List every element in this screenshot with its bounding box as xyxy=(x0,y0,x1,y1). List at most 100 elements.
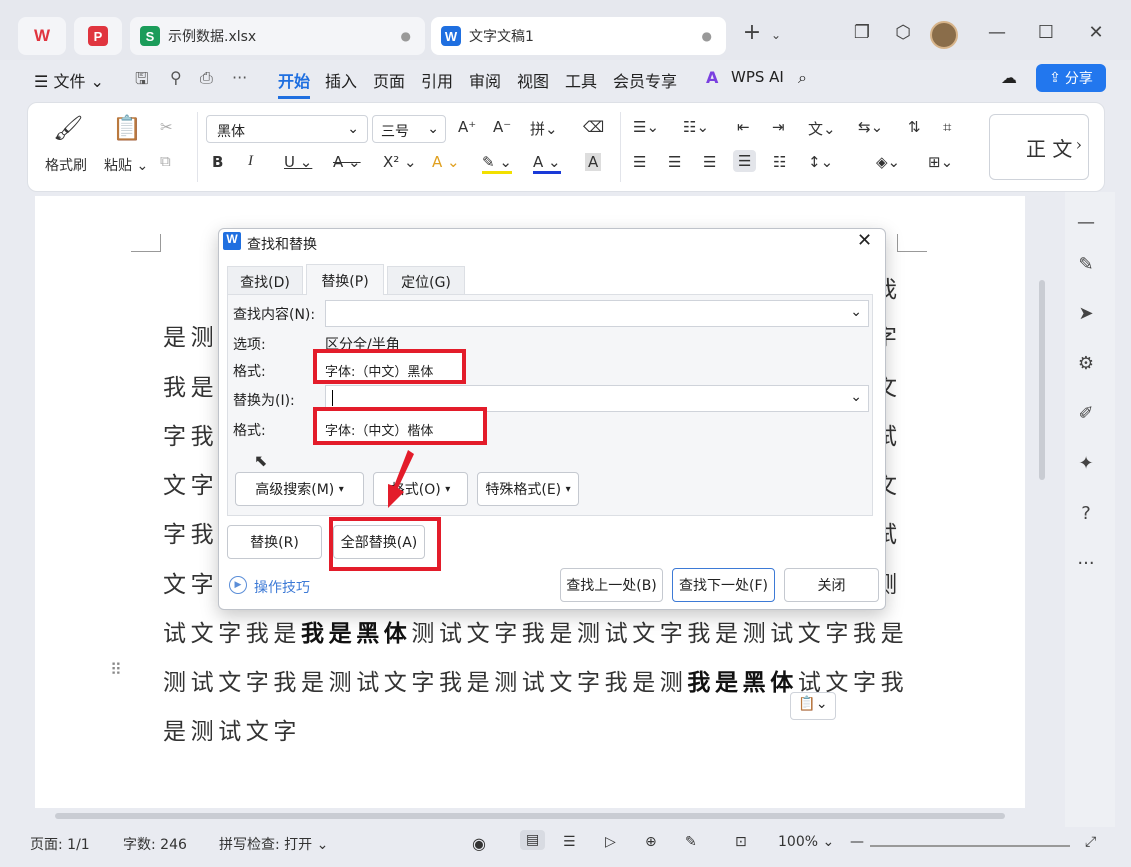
format-painter-label[interactable]: 格式刷 xyxy=(45,155,87,175)
play-icon[interactable]: ▷ xyxy=(605,834,616,850)
font-name-select[interactable]: 黑体 ⌄ xyxy=(206,115,368,143)
justify-icon[interactable]: ☰ xyxy=(733,150,757,172)
maximize-icon[interactable]: ☐ xyxy=(1032,22,1060,43)
tab-member[interactable]: 会员专享 xyxy=(613,68,677,92)
tab-replace[interactable]: 替换(P) xyxy=(306,264,384,295)
border-icon[interactable]: ⊞⌄ xyxy=(928,153,953,171)
tab-close-dot-icon[interactable]: ● xyxy=(401,29,411,43)
pen-icon[interactable]: ✎ xyxy=(685,834,697,850)
replace-button[interactable]: 替换(R) xyxy=(227,525,322,559)
tools-icon[interactable]: ✦ xyxy=(1073,453,1099,479)
paste-icon[interactable]: 📋 xyxy=(112,114,142,142)
italic-icon[interactable]: I xyxy=(248,153,253,170)
increase-indent-icon[interactable]: ⇥ xyxy=(772,118,785,136)
tips-link[interactable]: 操作技巧 xyxy=(254,577,310,597)
bullet-list-icon[interactable]: ☰⌄ xyxy=(633,118,659,136)
line-spacing-icon[interactable]: ↕⌄ xyxy=(808,153,833,171)
more-icon[interactable]: ··· xyxy=(232,68,247,87)
distribute-icon[interactable]: ☷ xyxy=(773,153,786,171)
tab-goto[interactable]: 定位(G) xyxy=(387,266,465,294)
tab-find[interactable]: 查找(D) xyxy=(227,266,303,294)
superscript-icon[interactable]: X² ⌄ xyxy=(383,153,417,171)
search-icon[interactable]: ⌕ xyxy=(798,68,807,88)
bold-icon[interactable]: B xyxy=(212,153,223,171)
highlight-icon[interactable]: ✎ ⌄ xyxy=(482,153,512,174)
style-preview[interactable]: 正 文 › xyxy=(989,114,1089,180)
tab-home[interactable]: 开始 xyxy=(278,68,311,99)
more-icon[interactable]: ··· xyxy=(1073,553,1099,579)
tab-insert[interactable]: 插入 xyxy=(325,68,357,92)
sort-icon[interactable]: ⇅ xyxy=(908,118,921,136)
settings-sliders-icon[interactable]: ⚙ xyxy=(1073,353,1099,379)
play-icon[interactable]: ▶ xyxy=(229,576,247,594)
image-edit-icon[interactable]: ✐ xyxy=(1073,403,1099,429)
close-button[interactable]: 关闭 xyxy=(784,568,879,602)
tab-close-dot-icon[interactable]: ● xyxy=(702,29,712,43)
wps-ai-button[interactable]: WPS AI xyxy=(731,68,784,86)
scrollbar-thumb[interactable] xyxy=(1039,280,1045,480)
underline-icon[interactable]: U ⌄ xyxy=(284,153,312,171)
wps-home-tab[interactable]: W xyxy=(18,17,66,55)
page-indicator[interactable]: 页面: 1/1 xyxy=(30,834,90,854)
tab-page[interactable]: 页面 xyxy=(373,68,405,92)
save-icon[interactable]: 🖫 xyxy=(135,68,149,95)
clear-format-icon[interactable]: ⌫ xyxy=(583,118,604,136)
outline-view-icon[interactable]: ☰ xyxy=(563,834,576,850)
select-arrow-icon[interactable]: ➤ xyxy=(1073,303,1099,329)
format-painter-icon[interactable]: 🖌 xyxy=(53,114,83,142)
find-previous-button[interactable]: 查找上一处(B) xyxy=(560,568,663,602)
tab-view[interactable]: 视图 xyxy=(517,68,549,92)
shading-icon[interactable]: ◈⌄ xyxy=(876,153,900,171)
window-mode-icon[interactable]: ❐ xyxy=(848,22,876,43)
cut-icon[interactable]: ✂ xyxy=(160,118,173,136)
pen-icon[interactable]: ✎ xyxy=(1073,254,1099,280)
word-count[interactable]: 字数: 246 xyxy=(123,834,187,854)
align-right-icon[interactable]: ☰ xyxy=(703,153,716,171)
numbered-list-icon[interactable]: ☷⌄ xyxy=(683,118,709,136)
horizontal-scrollbar[interactable] xyxy=(35,810,1025,822)
tab-doc[interactable]: W 文字文稿1 ● xyxy=(431,17,726,55)
tab-tools[interactable]: 工具 xyxy=(565,68,597,92)
scrollbar-thumb[interactable] xyxy=(55,813,1005,819)
fullscreen-icon[interactable]: ⤢ xyxy=(1085,834,1096,850)
tab-reference[interactable]: 引用 xyxy=(421,68,453,92)
spell-check[interactable]: 拼写检查: 打开 ⌄ xyxy=(219,834,328,854)
align-left-icon[interactable]: ☰ xyxy=(633,153,646,171)
chevron-down-icon[interactable]: ⌄ xyxy=(762,28,790,42)
paste-options-icon[interactable]: 📋⌄ xyxy=(790,692,836,720)
copy-icon[interactable]: ⧉ xyxy=(160,152,171,170)
text-effect-icon[interactable]: A ⌄ xyxy=(432,153,460,171)
font-size-select[interactable]: 三号 ⌄ xyxy=(372,115,446,143)
close-icon[interactable]: ✕ xyxy=(1082,22,1110,43)
find-input[interactable]: ⌄ xyxy=(325,300,869,327)
minimize-panel-icon[interactable]: — xyxy=(1073,212,1099,238)
minimize-icon[interactable]: — xyxy=(983,22,1011,43)
zoom-slider[interactable] xyxy=(870,845,1070,847)
file-menu[interactable]: ☰ 文件 ⌄ xyxy=(34,68,104,92)
zoom-level[interactable]: 100% ⌄ xyxy=(778,834,834,850)
tab-review[interactable]: 审阅 xyxy=(469,68,501,92)
pdf-tab[interactable]: P xyxy=(74,17,122,55)
print-icon[interactable]: ⎙ xyxy=(200,68,213,88)
page-view-icon[interactable]: ▤ xyxy=(520,830,546,850)
find-next-button[interactable]: 查找下一处(F) xyxy=(672,568,775,602)
decrease-indent-icon[interactable]: ⇤ xyxy=(737,118,750,136)
drag-handle-icon[interactable]: ⠿ xyxy=(110,660,122,679)
link-icon[interactable]: ⚲ xyxy=(170,68,182,87)
close-icon[interactable]: ✕ xyxy=(857,230,872,251)
char-shading-icon[interactable]: A xyxy=(585,153,602,171)
phonetic-icon[interactable]: 拼⌄ xyxy=(530,118,558,139)
help-icon[interactable]: ? xyxy=(1073,503,1099,529)
chinese-layout-icon[interactable]: 文⌄ xyxy=(808,118,836,139)
eye-icon[interactable]: ◉ xyxy=(472,834,486,853)
show-marks-icon[interactable]: ⌗ xyxy=(943,118,951,136)
comment-icon[interactable]: ☁ xyxy=(1001,68,1017,87)
fit-width-icon[interactable]: ⊡ xyxy=(735,834,747,850)
special-format-button[interactable]: 特殊格式(E) ▾ xyxy=(477,472,579,506)
text-direction-icon[interactable]: ⇆⌄ xyxy=(858,118,883,136)
cube-icon[interactable]: ⬡ xyxy=(889,22,917,43)
advanced-search-button[interactable]: 高级搜索(M) ▾ xyxy=(235,472,364,506)
vertical-scrollbar[interactable] xyxy=(1035,200,1049,800)
share-button[interactable]: ⇪ 分享 xyxy=(1036,64,1106,92)
zoom-out-icon[interactable]: — xyxy=(850,834,864,850)
